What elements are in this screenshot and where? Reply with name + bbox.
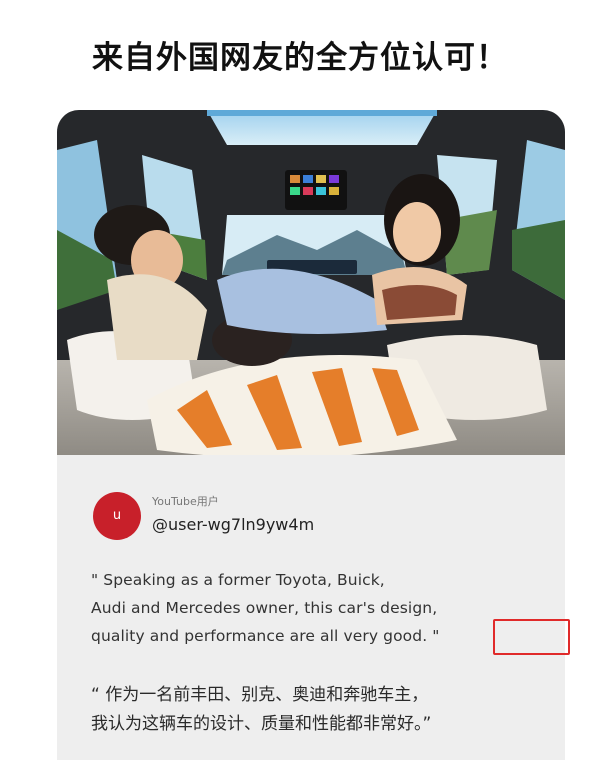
quote-chinese: “ 作为一名前丰田、别克、奥迪和奔驰车主， 我认为这辆车的设计、质量和性能都非常… [91,685,432,734]
avatar[interactable]: u [93,492,141,540]
source-label: YouTube用户 [152,495,219,508]
username[interactable]: @user-wg7ln9yw4m [152,515,314,534]
highlight-box [493,619,570,655]
comment-section: u YouTube用户 @user-wg7ln9yw4m " Speaking … [57,455,565,760]
testimonial-card: u YouTube用户 @user-wg7ln9yw4m " Speaking … [57,110,565,760]
car-interior-photo [57,110,565,455]
quote-english: " Speaking as a former Toyota, Buick, Au… [91,571,440,645]
page-headline: 来自外国网友的全方位认可！ [92,40,508,76]
